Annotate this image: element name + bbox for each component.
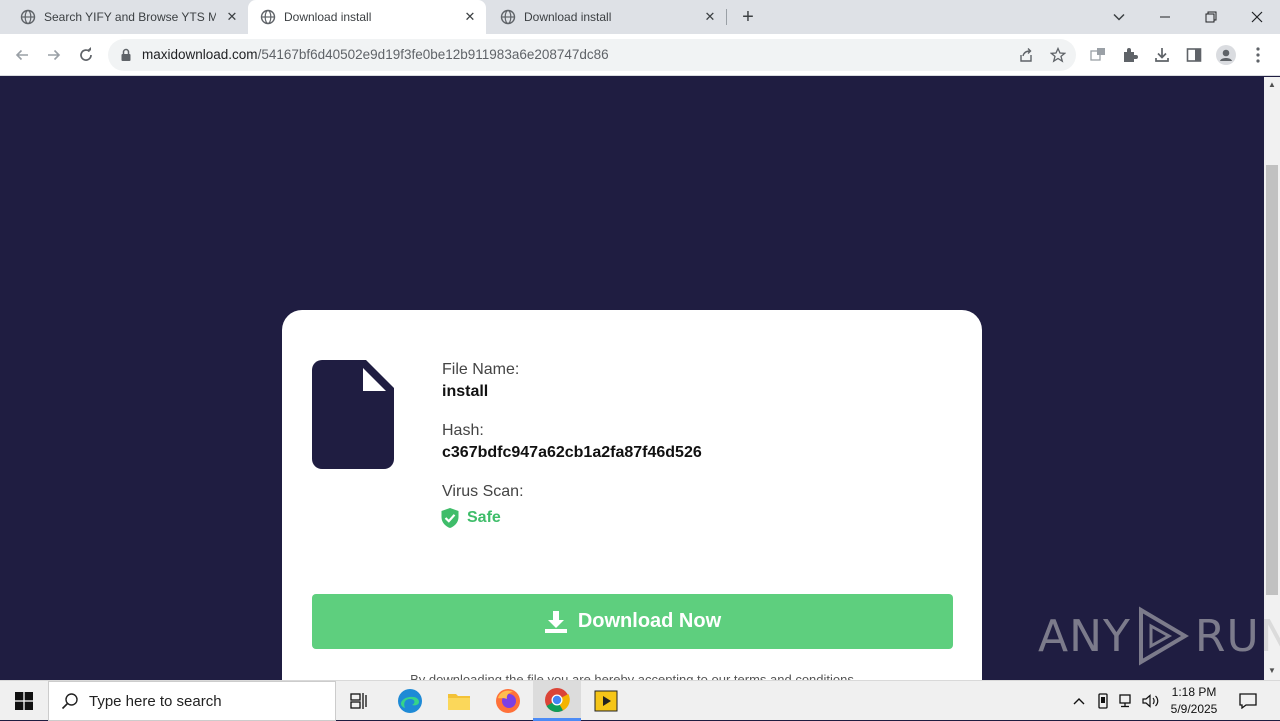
terms-text: By downloading the file you are hereby a… — [410, 672, 854, 680]
scroll-down-arrow-icon[interactable]: ▼ — [1268, 666, 1276, 675]
taskbar-edge[interactable] — [386, 681, 434, 721]
url-path: /54167bf6d40502e9d19f3fe0be12b911983a6e2… — [257, 47, 609, 62]
tab-label: Search YIFY and Browse YTS Mo — [44, 10, 216, 24]
tab-divider — [726, 9, 727, 25]
notification-icon — [1239, 693, 1257, 709]
minimize-icon — [1160, 16, 1170, 18]
scrollbar-thumb[interactable] — [1266, 165, 1278, 595]
file-icon — [312, 360, 394, 469]
extensions-icon[interactable] — [1121, 46, 1139, 64]
page-content: File Name: install Hash: c367bdfc947a62c… — [0, 77, 1264, 680]
watermark-any: ANY — [1038, 610, 1131, 662]
taskbar-chrome[interactable] — [533, 681, 581, 721]
media-player-icon — [594, 690, 618, 712]
tab-search-button[interactable] — [1096, 0, 1142, 34]
star-icon[interactable] — [1050, 47, 1066, 63]
globe-icon — [20, 9, 36, 25]
volume-icon — [1142, 694, 1159, 708]
taskbar-search-box[interactable]: Type here to search — [48, 681, 336, 721]
chrome-icon — [545, 687, 570, 712]
taskbar-media-app[interactable] — [582, 681, 630, 721]
download-now-button[interactable]: Download Now — [312, 594, 953, 649]
close-icon[interactable]: ✕ — [462, 9, 478, 25]
tab-download-install-active[interactable]: Download install ✕ — [248, 0, 486, 34]
profile-avatar-icon[interactable] — [1216, 45, 1236, 65]
task-view-icon — [350, 693, 367, 709]
taskbar-firefox[interactable] — [484, 681, 532, 721]
virus-scan-status: Safe — [440, 507, 501, 529]
globe-icon — [500, 9, 516, 25]
search-icon — [61, 693, 78, 710]
globe-icon — [260, 9, 276, 25]
download-now-label: Download Now — [577, 610, 722, 632]
taskbar-file-explorer[interactable] — [435, 681, 483, 721]
tray-device[interactable] — [1092, 681, 1114, 721]
reload-icon — [80, 47, 92, 61]
show-hidden-icons-button[interactable] — [1068, 681, 1090, 721]
tab-label: Download install — [524, 10, 612, 24]
url-text[interactable]: maxidownload.com/54167bf6d40502e9d19f3fe… — [142, 47, 609, 62]
lock-icon[interactable] — [120, 48, 132, 62]
download-card: File Name: install Hash: c367bdfc947a62c… — [282, 310, 982, 680]
page-scrollbar[interactable]: ▲ ▼ — [1264, 77, 1280, 680]
url-host: maxidownload.com — [142, 47, 258, 62]
tab-groups-icon[interactable] — [1089, 46, 1107, 64]
close-icon[interactable]: ✕ — [702, 9, 718, 25]
download-icon[interactable] — [1153, 46, 1171, 64]
network-icon — [1119, 694, 1131, 708]
clock-time: 1:18 PM — [1171, 685, 1217, 699]
play-logo-icon — [1138, 606, 1189, 666]
firefox-icon — [496, 689, 520, 713]
file-name-value: install — [442, 383, 489, 400]
shield-check-icon — [441, 508, 459, 528]
side-panel-icon[interactable] — [1185, 46, 1203, 64]
edge-icon — [398, 689, 422, 713]
browser-toolbar: maxidownload.com/54167bf6d40502e9d19f3fe… — [0, 34, 1280, 76]
tab-download-install[interactable]: Download install ✕ — [488, 0, 726, 34]
windows-logo-icon — [15, 692, 33, 710]
arrow-right-icon — [48, 49, 61, 61]
restore-button[interactable] — [1188, 0, 1234, 34]
address-bar[interactable]: maxidownload.com/54167bf6d40502e9d19f3fe… — [108, 39, 1076, 71]
search-placeholder: Type here to search — [89, 692, 222, 710]
new-tab-button[interactable]: + — [737, 6, 759, 28]
tab-label: Download install — [284, 10, 372, 24]
download-icon — [544, 610, 567, 633]
notification-center-button[interactable] — [1232, 681, 1264, 721]
hash-label: Hash: — [442, 422, 484, 439]
tray-volume[interactable] — [1140, 681, 1162, 721]
chevron-down-icon — [1113, 13, 1125, 21]
chevron-up-icon — [1073, 698, 1085, 705]
clock-date: 5/9/2025 — [1170, 702, 1218, 716]
file-name-label: File Name: — [442, 361, 520, 378]
folder-icon — [448, 694, 470, 710]
start-button[interactable] — [0, 681, 48, 721]
safe-label: Safe — [467, 509, 501, 526]
close-icon[interactable]: ✕ — [224, 9, 240, 25]
close-window-button[interactable] — [1234, 0, 1280, 34]
anyrun-watermark: ANY RUN — [1038, 606, 1280, 666]
reload-button[interactable] — [70, 39, 102, 71]
task-view-button[interactable] — [336, 681, 384, 721]
scroll-up-arrow-icon[interactable]: ▲ — [1268, 80, 1276, 89]
share-icon[interactable] — [1018, 47, 1034, 63]
virus-scan-label: Virus Scan: — [442, 483, 524, 500]
back-button[interactable] — [6, 39, 38, 71]
more-vertical-icon[interactable] — [1250, 46, 1266, 64]
arrow-left-icon — [15, 49, 28, 61]
tab-strip: Search YIFY and Browse YTS Mo ✕ Download… — [0, 0, 1280, 34]
close-icon — [1251, 11, 1263, 23]
hash-value: c367bdfc947a62cb1a2fa87f46d526 — [442, 444, 702, 461]
restore-icon — [1205, 11, 1217, 23]
forward-button[interactable] — [38, 39, 70, 71]
minimize-button[interactable] — [1142, 0, 1188, 34]
device-icon — [1098, 693, 1108, 709]
windows-taskbar: Type here to search 1:18 PM 5/9/2025 — [0, 680, 1280, 721]
watermark-run: RUN — [1194, 610, 1280, 662]
tray-network[interactable] — [1116, 681, 1138, 721]
taskbar-clock[interactable]: 1:18 PM 5/9/2025 — [1164, 684, 1224, 718]
tab-yify[interactable]: Search YIFY and Browse YTS Mo ✕ — [8, 0, 246, 34]
